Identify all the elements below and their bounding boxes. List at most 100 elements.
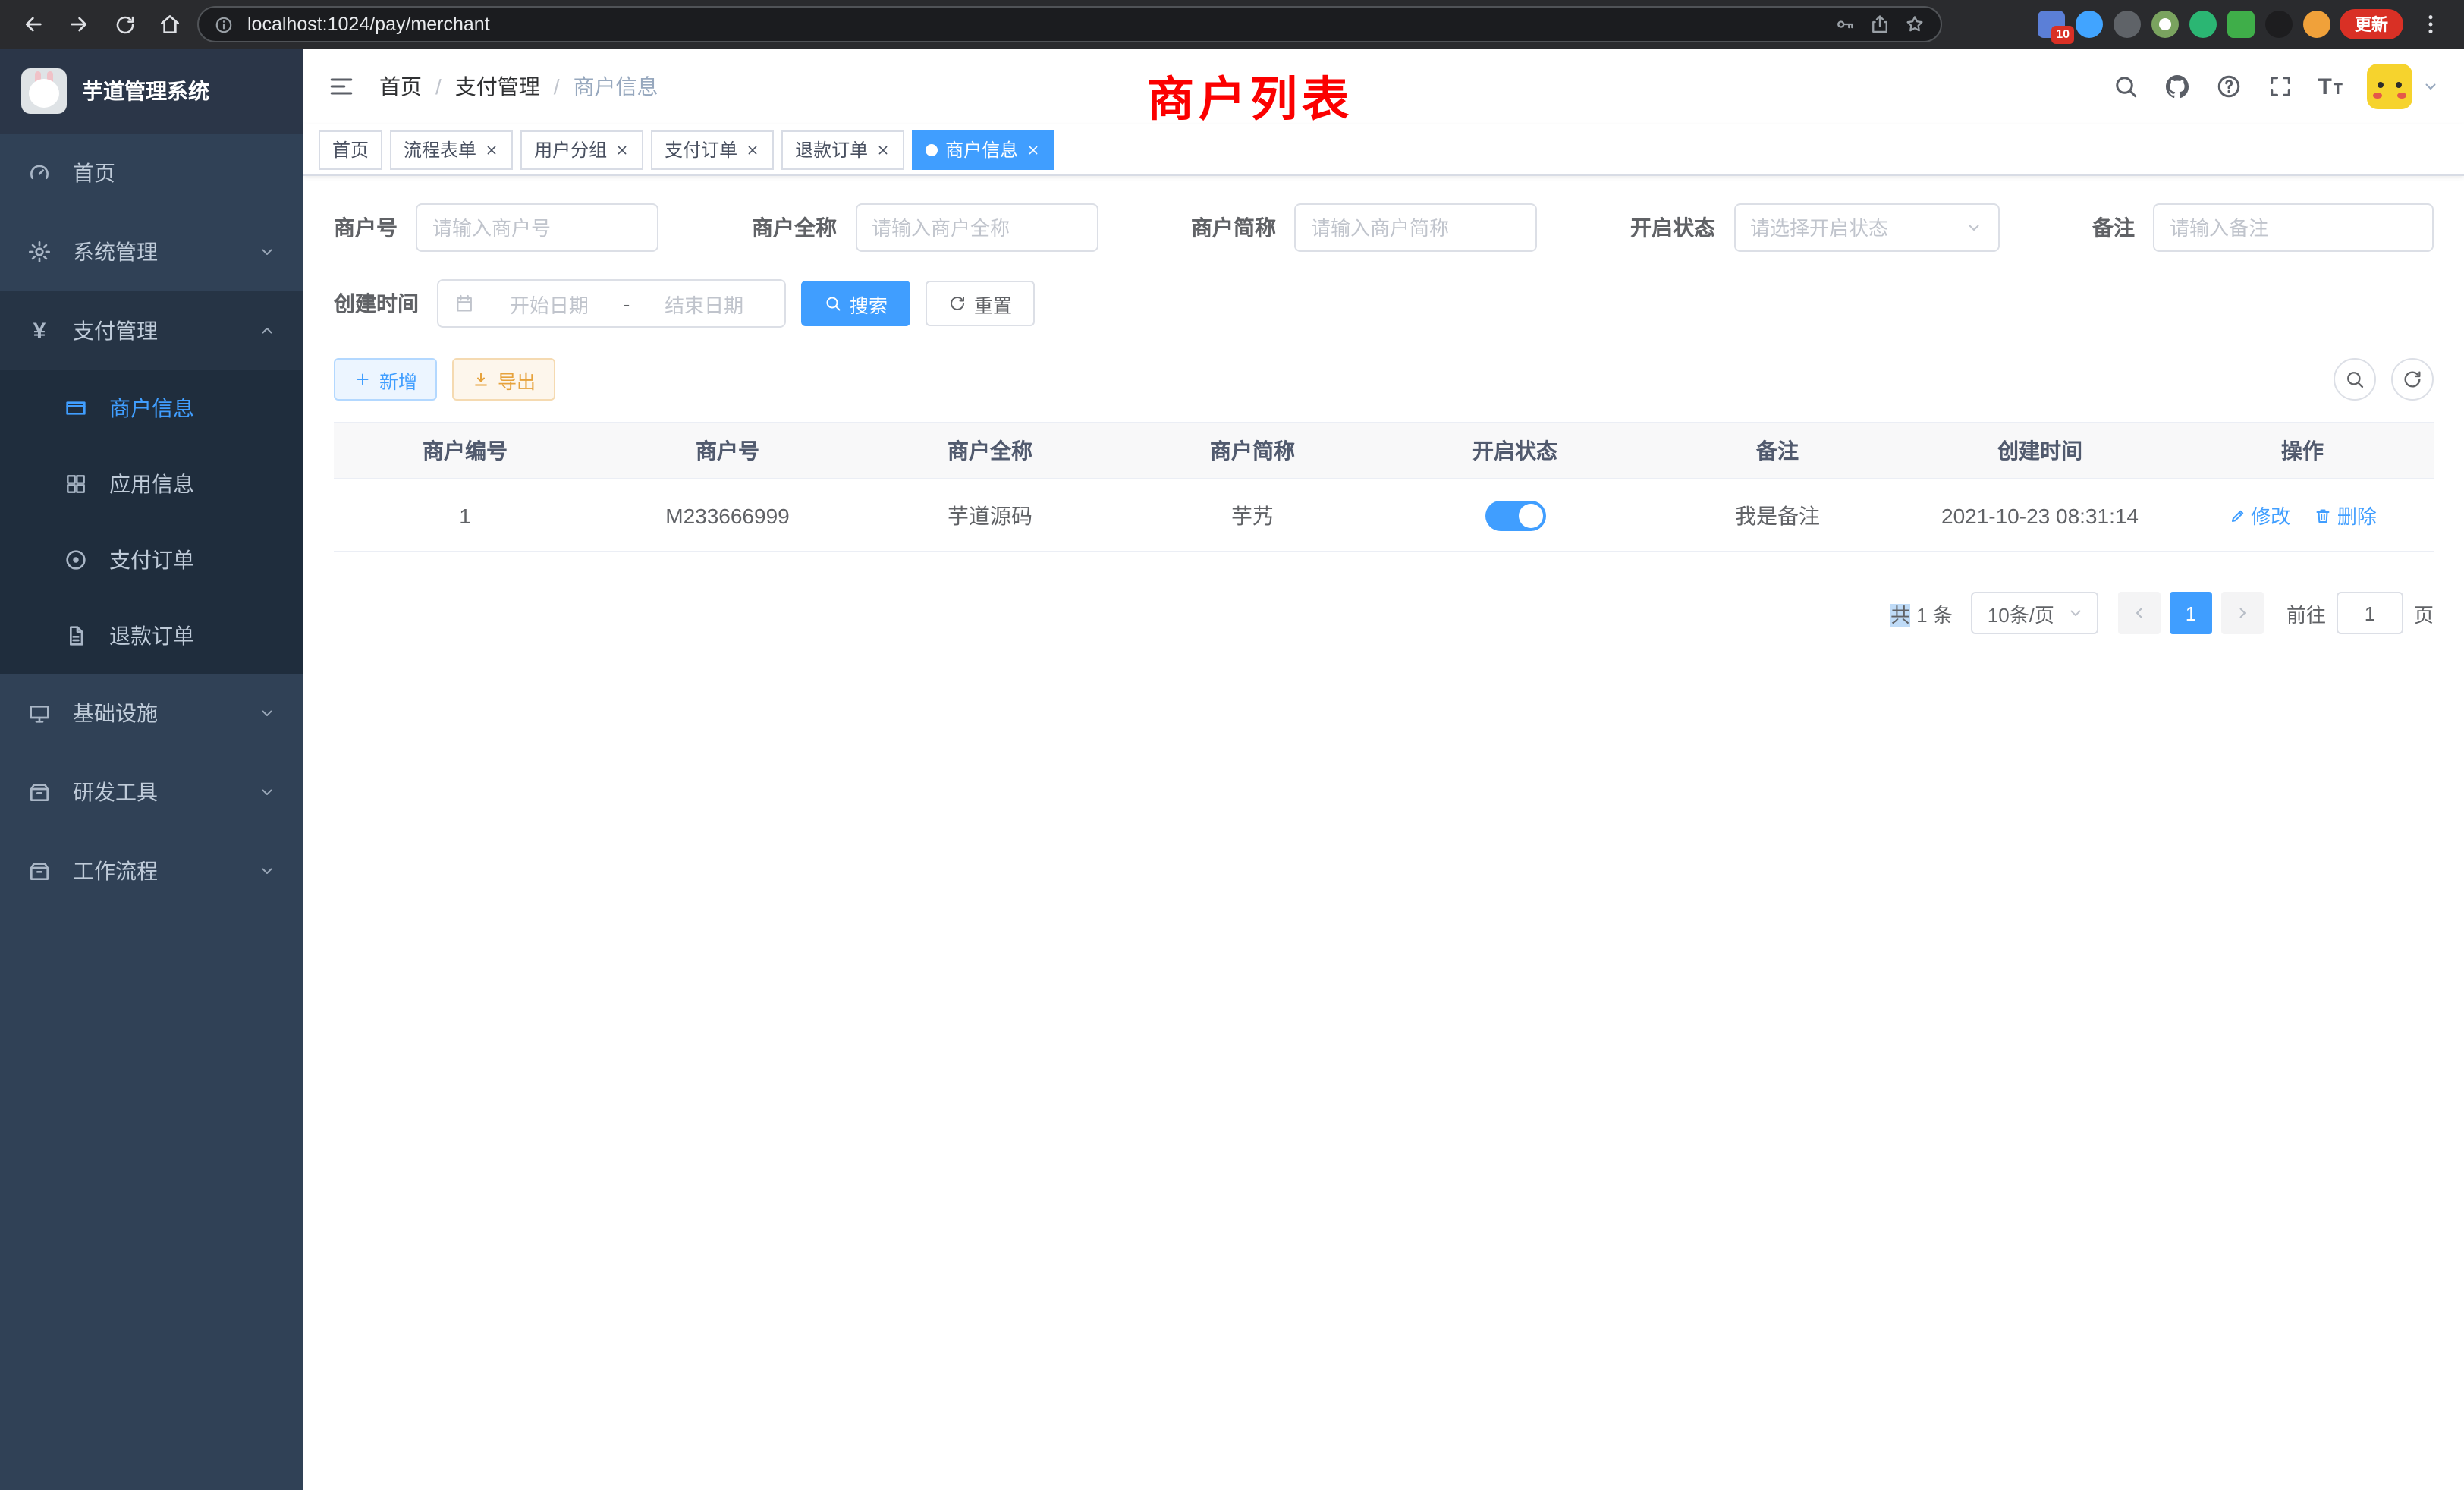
extensions-group: 10 xyxy=(2038,11,2330,38)
refresh-table-button[interactable] xyxy=(2391,358,2434,401)
breadcrumb-current: 商户信息 xyxy=(540,71,658,102)
page-number-button[interactable]: 1 xyxy=(2170,592,2212,634)
status-select-field[interactable] xyxy=(1750,216,1964,239)
tab-merchant-info[interactable]: 商户信息 xyxy=(912,130,1054,169)
tab-home[interactable]: 首页 xyxy=(319,130,382,169)
bookmark-star-icon[interactable] xyxy=(1904,14,1925,35)
app-logo-image xyxy=(21,68,67,114)
tab-label: 流程表单 xyxy=(404,137,476,162)
password-key-icon[interactable] xyxy=(1834,14,1856,35)
table-row[interactable]: 1 M233666999 芋道源码 芋艿 我是备注 2021-10-23 08:… xyxy=(334,479,2434,552)
download-icon xyxy=(472,370,490,388)
full-name-input[interactable] xyxy=(855,203,1098,252)
close-icon[interactable] xyxy=(614,142,630,157)
share-icon[interactable] xyxy=(1869,14,1890,35)
short-name-input[interactable] xyxy=(1294,203,1537,252)
close-icon[interactable] xyxy=(745,142,760,157)
search-button[interactable]: 搜索 xyxy=(801,281,910,326)
end-date-placeholder[interactable]: 结束日期 xyxy=(639,289,769,318)
page-jump: 前往 页 xyxy=(2286,592,2434,634)
tab-flow-form[interactable]: 流程表单 xyxy=(390,130,513,169)
status-toggle[interactable] xyxy=(1485,500,1545,530)
col-actions: 操作 xyxy=(2171,423,2434,479)
total-count-highlight: 共 xyxy=(1890,603,1910,626)
toolbar-right xyxy=(2334,358,2434,401)
extension-icon[interactable] xyxy=(2227,11,2255,38)
sidebar-item-workflow[interactable]: 工作流程 xyxy=(0,831,303,910)
sidebar-item-infrastructure[interactable]: 基础设施 xyxy=(0,674,303,753)
browser-update-button[interactable]: 更新 xyxy=(2340,9,2403,39)
tab-refund-order[interactable]: 退款订单 xyxy=(781,130,904,169)
sidebar-item-dev-tools[interactable]: 研发工具 xyxy=(0,753,303,831)
remark-input[interactable] xyxy=(2153,203,2434,252)
browser-back-button[interactable] xyxy=(15,6,52,42)
next-page-button[interactable] xyxy=(2221,592,2264,634)
jump-suffix: 页 xyxy=(2414,599,2434,627)
delete-button[interactable]: 删除 xyxy=(2315,501,2377,530)
close-icon[interactable] xyxy=(484,142,499,157)
menu-label: 支付管理 xyxy=(73,316,158,346)
table-header-row: 商户编号 商户号 商户全称 商户简称 开启状态 备注 创建时间 操作 xyxy=(334,423,2434,479)
edit-button[interactable]: 修改 xyxy=(2228,501,2290,530)
cell-status xyxy=(1384,479,1646,552)
extension-icon[interactable] xyxy=(2076,11,2103,38)
tab-pay-order[interactable]: 支付订单 xyxy=(651,130,774,169)
extension-icon[interactable] xyxy=(2114,11,2141,38)
breadcrumb-home[interactable]: 首页 xyxy=(379,71,422,102)
extension-icon[interactable] xyxy=(2189,11,2217,38)
sidebar-item-refund-order[interactable]: 退款订单 xyxy=(0,598,303,674)
github-icon[interactable] xyxy=(2163,73,2190,100)
sidebar-item-pay-order[interactable]: 支付订单 xyxy=(0,522,303,598)
header-search-icon[interactable] xyxy=(2111,73,2139,100)
extension-icon[interactable]: 10 xyxy=(2038,11,2065,38)
status-select[interactable] xyxy=(1733,203,1999,252)
hamburger-icon[interactable] xyxy=(328,73,355,100)
chevron-down-icon xyxy=(1964,218,1982,237)
cell-actions: 修改 删除 xyxy=(2171,479,2434,552)
sidebar-item-app-info[interactable]: 应用信息 xyxy=(0,446,303,522)
fullscreen-icon[interactable] xyxy=(2266,73,2293,100)
browser-home-button[interactable] xyxy=(152,6,188,42)
sidebar-item-payment[interactable]: 支付管理 xyxy=(0,291,303,370)
prev-page-button[interactable] xyxy=(2118,592,2161,634)
merchant-no-input-field[interactable] xyxy=(432,216,642,239)
close-icon[interactable] xyxy=(875,142,891,157)
col-remark: 备注 xyxy=(1646,423,1909,479)
url-text[interactable]: localhost:1024/pay/merchant xyxy=(247,14,1821,35)
user-avatar[interactable] xyxy=(2367,64,2412,109)
merchant-no-input[interactable] xyxy=(416,203,658,252)
avatar-caret-icon[interactable] xyxy=(2422,77,2440,96)
help-icon[interactable] xyxy=(2214,73,2242,100)
toggle-search-button[interactable] xyxy=(2334,358,2376,401)
filter-merchant-no: 商户号 xyxy=(334,203,658,252)
short-name-input-field[interactable] xyxy=(1311,216,1520,239)
date-range-picker[interactable]: 开始日期 - 结束日期 xyxy=(437,279,786,328)
extension-icon[interactable] xyxy=(2151,11,2179,38)
add-button[interactable]: 新增 xyxy=(334,358,437,401)
jump-input[interactable] xyxy=(2337,592,2403,634)
start-date-placeholder[interactable]: 开始日期 xyxy=(484,289,614,318)
reset-button[interactable]: 重置 xyxy=(926,281,1035,326)
total-count: 共1 条 xyxy=(1890,599,1953,627)
close-icon[interactable] xyxy=(1026,142,1041,157)
font-size-icon[interactable] xyxy=(2318,74,2343,99)
browser-menu-button[interactable] xyxy=(2412,6,2449,42)
page-size-select[interactable]: 10条/页 xyxy=(1971,592,2098,634)
site-info-icon[interactable] xyxy=(214,14,234,34)
export-button[interactable]: 导出 xyxy=(452,358,555,401)
remark-input-field[interactable] xyxy=(2170,216,2417,239)
tab-user-group[interactable]: 用户分组 xyxy=(520,130,643,169)
extension-icon[interactable] xyxy=(2265,11,2293,38)
sidebar-item-home[interactable]: 首页 xyxy=(0,134,303,212)
sidebar-item-system[interactable]: 系统管理 xyxy=(0,212,303,291)
browser-forward-button[interactable] xyxy=(61,6,97,42)
full-name-input-field[interactable] xyxy=(872,216,1081,239)
plus-icon xyxy=(354,370,372,388)
extension-icon[interactable] xyxy=(2303,11,2330,38)
address-bar[interactable]: localhost:1024/pay/merchant xyxy=(197,6,1942,42)
col-merchant-no: 商户号 xyxy=(596,423,859,479)
sidebar: 芋道管理系统 首页 系统管理 支付管理 xyxy=(0,49,303,1490)
payment-submenu: 商户信息 应用信息 支付订单 退款订单 xyxy=(0,370,303,674)
sidebar-item-merchant-info[interactable]: 商户信息 xyxy=(0,370,303,446)
browser-reload-button[interactable] xyxy=(106,6,143,42)
